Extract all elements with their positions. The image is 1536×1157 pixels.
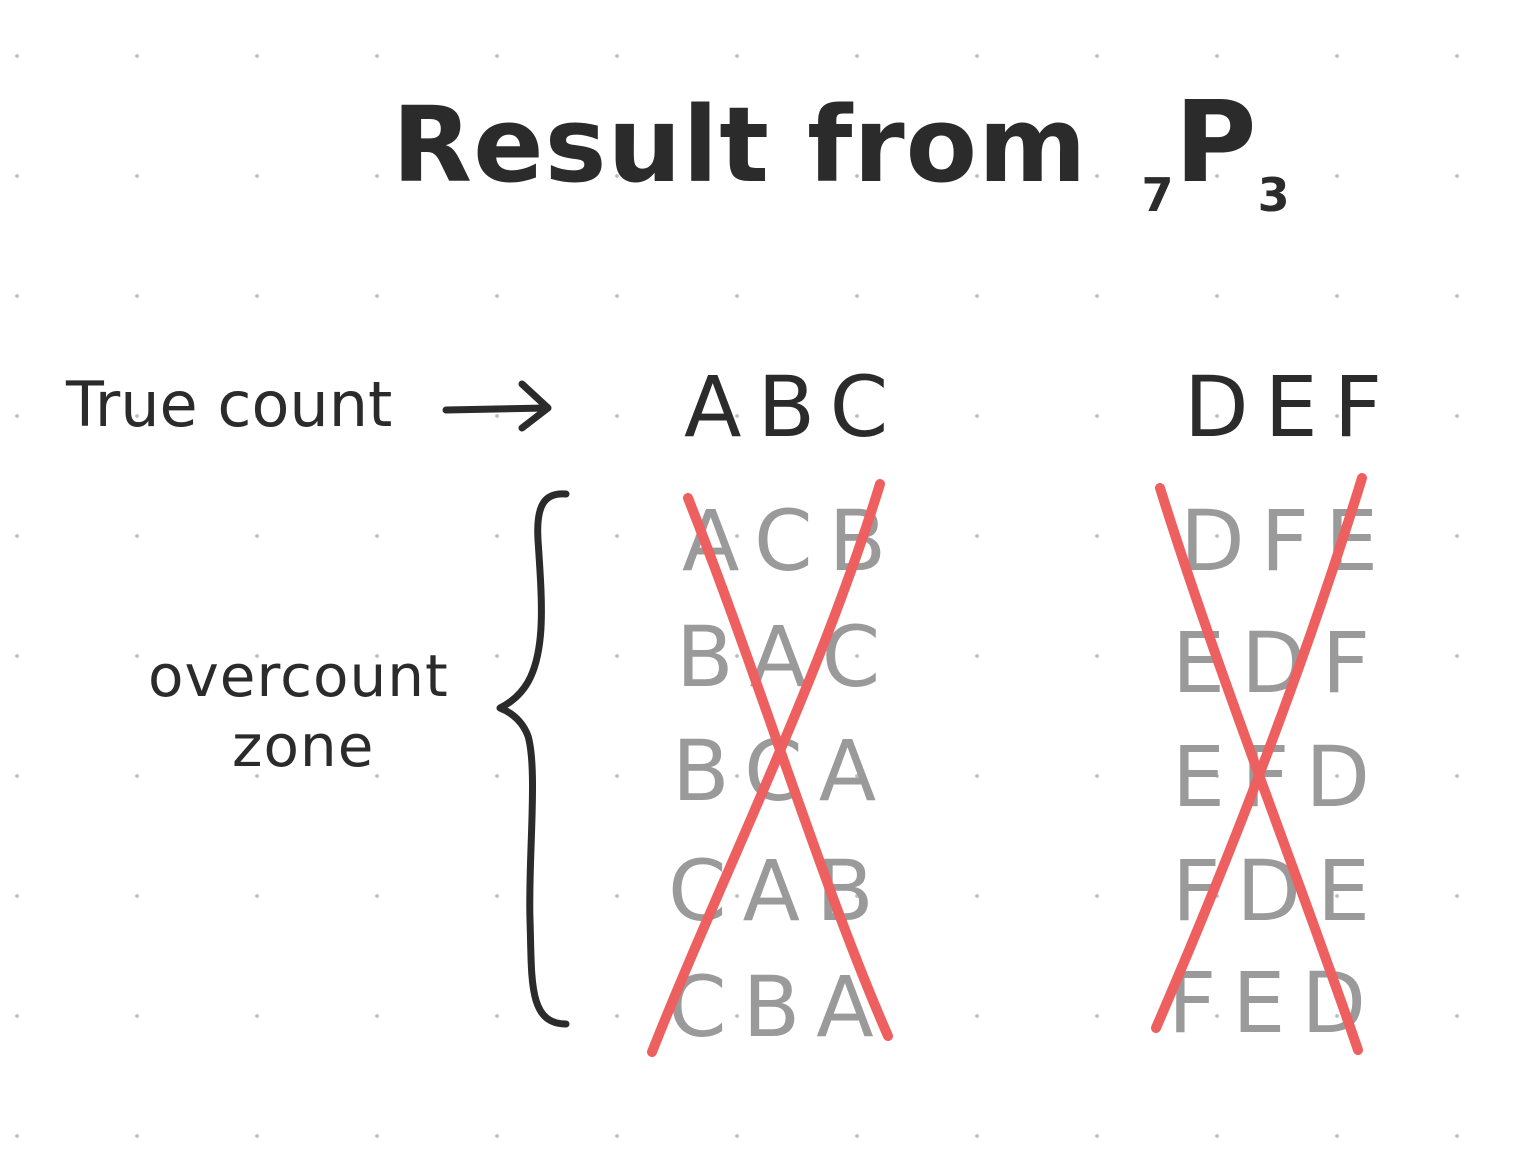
title-main: Result from [392,84,1088,206]
whiteboard-canvas: Result from 7P3 True count overcount zone… [0,0,1536,1157]
title-permutation-symbol: P [1174,78,1258,208]
title-subscript-n: 7 [1141,168,1175,222]
overcount-row: DFE [1180,492,1395,590]
overcount-row: EFD [1172,728,1387,826]
overcount-row: EDF [1172,614,1387,712]
overcount-row: FED [1168,954,1383,1052]
overcount-label-line2: zone [232,712,375,780]
overcount-row: CAB [668,842,890,940]
overcount-row: CBA [668,958,890,1056]
overcount-row: FDE [1172,842,1387,940]
page-title: Result from 7P3 [392,78,1291,222]
overcount-row: BAC [676,608,897,706]
true-row-abc: ABC [684,358,905,456]
curly-brace-icon [496,490,570,1028]
overcount-row: BCA [672,722,893,820]
overcount-row: ACB [682,492,903,590]
true-count-label: True count [66,368,393,441]
right-arrow-icon [442,380,552,432]
title-subscript-r: 3 [1257,168,1291,222]
overcount-label-line1: overcount [148,642,449,710]
true-row-def: DEF [1184,358,1399,456]
